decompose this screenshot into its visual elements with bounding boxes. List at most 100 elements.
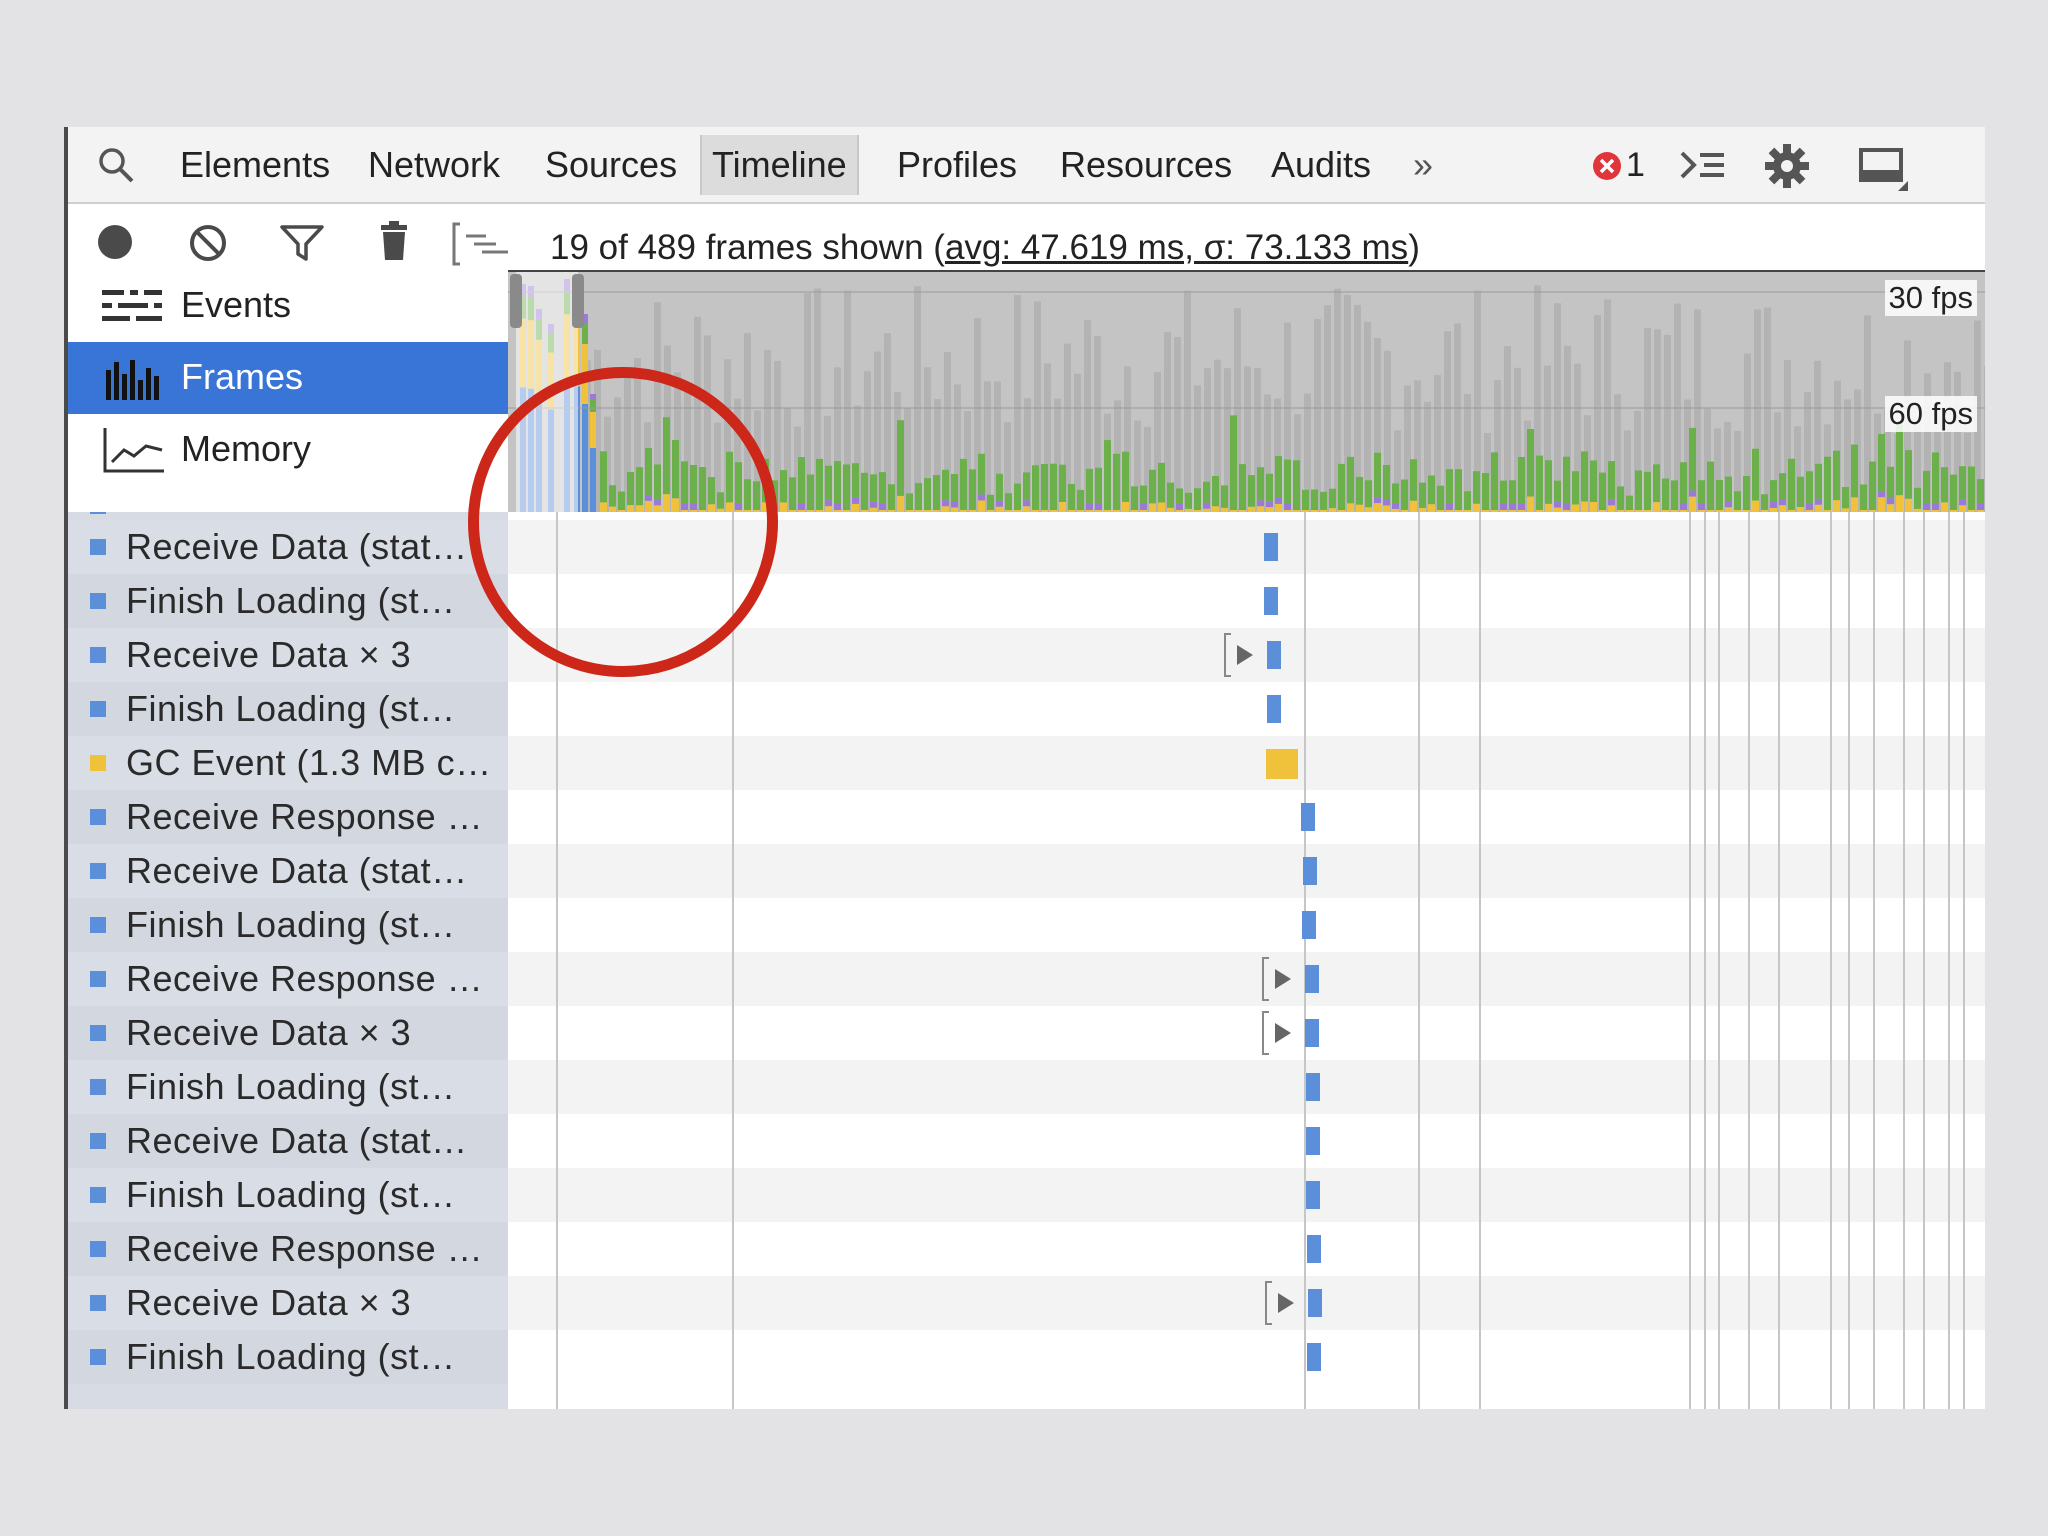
expand-arrow-icon[interactable] — [1261, 952, 1301, 1006]
frame-bar-segment — [1572, 471, 1579, 505]
frame-divider-line — [1830, 512, 1832, 1409]
frame-bar-segment — [987, 494, 994, 510]
frame-bar-segment — [1410, 459, 1417, 501]
record-type-square — [90, 593, 106, 609]
event-bar[interactable] — [1307, 1235, 1321, 1263]
record-row[interactable]: Finish Loading (st… — [68, 574, 508, 628]
record-label: Finish Loading (st… — [126, 904, 456, 945]
record-row[interactable]: Receive Data × 3 — [68, 1276, 508, 1330]
flame-chart-icon[interactable] — [452, 222, 512, 271]
tab-timeline[interactable]: Timeline — [700, 135, 859, 195]
record-row[interactable]: Receive Data (stat… — [68, 844, 508, 898]
record-row[interactable]: Finish Loading (st… — [68, 898, 508, 952]
record-row[interactable]: Receive Data (stat… — [68, 520, 508, 574]
tab-elements[interactable]: Elements — [170, 135, 340, 195]
view-frames[interactable]: Frames — [68, 342, 508, 414]
frame-bar-segment — [870, 501, 877, 508]
event-bar[interactable] — [1306, 1181, 1320, 1209]
frame-column — [1174, 336, 1181, 512]
frame-bar-segment — [1257, 467, 1264, 501]
event-bar[interactable] — [1264, 533, 1278, 561]
selection-handle-left[interactable] — [510, 274, 522, 328]
tab-profiles[interactable]: Profiles — [887, 135, 1027, 195]
record-row[interactable]: Receive Data × 3 — [68, 628, 508, 682]
record-row[interactable]: Finish Loading (st… — [68, 1168, 508, 1222]
event-bar[interactable] — [1306, 1073, 1320, 1101]
frame-column — [914, 286, 921, 512]
record-row[interactable]: Finish Loading (st… — [68, 1330, 508, 1384]
tab-network[interactable]: Network — [358, 135, 510, 195]
dock-icon[interactable] — [1858, 147, 1910, 196]
expand-arrow-icon[interactable] — [1261, 1006, 1301, 1060]
event-bar[interactable] — [1303, 857, 1317, 885]
trash-icon[interactable] — [378, 220, 410, 267]
event-bar[interactable] — [1302, 911, 1316, 939]
more-tabs-button[interactable]: » — [1403, 135, 1443, 195]
record-row[interactable]: Receive Data × 3 — [68, 1006, 508, 1060]
clear-icon[interactable] — [188, 223, 228, 268]
frame-bar-segment — [1023, 500, 1030, 507]
frame-bar-segment — [1644, 471, 1651, 510]
frame-bar-segment — [1527, 428, 1534, 497]
frame-bar-segment — [1851, 497, 1858, 512]
frame-bar-segment — [1779, 505, 1786, 512]
frames-summary-stats[interactable]: avg: 47.619 ms, σ: 73.133 ms — [945, 228, 1408, 267]
frame-bar-segment — [915, 483, 922, 510]
frame-bar-segment — [1419, 482, 1426, 508]
record-row[interactable]: Receive Response … — [68, 790, 508, 844]
frame-bar-segment — [1887, 498, 1894, 505]
event-bar[interactable] — [1266, 749, 1298, 779]
grid-row — [508, 790, 1985, 844]
console-drawer-icon[interactable] — [1678, 145, 1728, 190]
grid-row — [508, 898, 1985, 952]
event-bar[interactable] — [1267, 641, 1281, 669]
filter-icon[interactable] — [280, 224, 324, 267]
frame-bar-segment — [1779, 473, 1786, 500]
gear-icon[interactable] — [1764, 143, 1810, 194]
event-bar[interactable] — [1267, 695, 1281, 723]
error-count[interactable]: 1 — [1616, 135, 1655, 195]
frame-bar-segment — [1653, 502, 1660, 512]
event-bar[interactable] — [1308, 1289, 1322, 1317]
record-row[interactable]: Finish Loading (st… — [68, 682, 508, 736]
view-events[interactable]: Events — [68, 270, 508, 342]
record-icon[interactable] — [96, 223, 134, 266]
record-row[interactable]: GC Event (1.3 MB c… — [68, 736, 508, 790]
event-bar[interactable] — [1305, 965, 1319, 993]
tab-audits[interactable]: Audits — [1261, 135, 1381, 195]
frame-bar-segment — [1860, 484, 1867, 510]
expand-arrow-icon[interactable] — [1223, 628, 1263, 682]
frame-bar-segment — [1878, 433, 1885, 492]
frame-bar-segment — [933, 475, 940, 510]
frame-column — [1014, 295, 1021, 512]
event-bar[interactable] — [1307, 1343, 1321, 1371]
record-label: Finish Loading (st… — [126, 688, 456, 729]
record-row[interactable]: Finish Loading (st… — [68, 1060, 508, 1114]
frame-bar-segment — [1905, 450, 1912, 499]
frame-bar-segment — [1779, 499, 1786, 506]
event-bar[interactable] — [1306, 1127, 1320, 1155]
event-bar[interactable] — [1301, 803, 1315, 831]
grid-row — [508, 844, 1985, 898]
record-row[interactable]: Receive Response … — [68, 1222, 508, 1276]
partial-record-row — [68, 512, 508, 520]
frame-bar-segment — [1347, 503, 1354, 512]
event-bar[interactable] — [1264, 587, 1278, 615]
view-memory[interactable]: Memory — [68, 414, 508, 486]
frame-bar-segment — [1590, 501, 1597, 512]
annotation-circle — [468, 367, 778, 677]
record-type-square — [90, 917, 106, 933]
record-row[interactable]: Receive Data (stat… — [68, 1114, 508, 1168]
event-bar[interactable] — [1305, 1019, 1319, 1047]
tab-sources[interactable]: Sources — [535, 135, 687, 195]
tab-resources[interactable]: Resources — [1050, 135, 1242, 195]
frame-bar-segment — [1446, 469, 1453, 504]
frame-bar-segment — [1023, 472, 1030, 501]
frame-bar-segment — [978, 494, 985, 501]
selection-handle-right[interactable] — [572, 274, 584, 328]
timeline-grid — [508, 512, 1985, 1409]
search-icon[interactable] — [96, 145, 136, 190]
record-row[interactable]: Receive Response … — [68, 952, 508, 1006]
frame-divider-line — [1304, 512, 1306, 1409]
expand-arrow-icon[interactable] — [1264, 1276, 1304, 1330]
